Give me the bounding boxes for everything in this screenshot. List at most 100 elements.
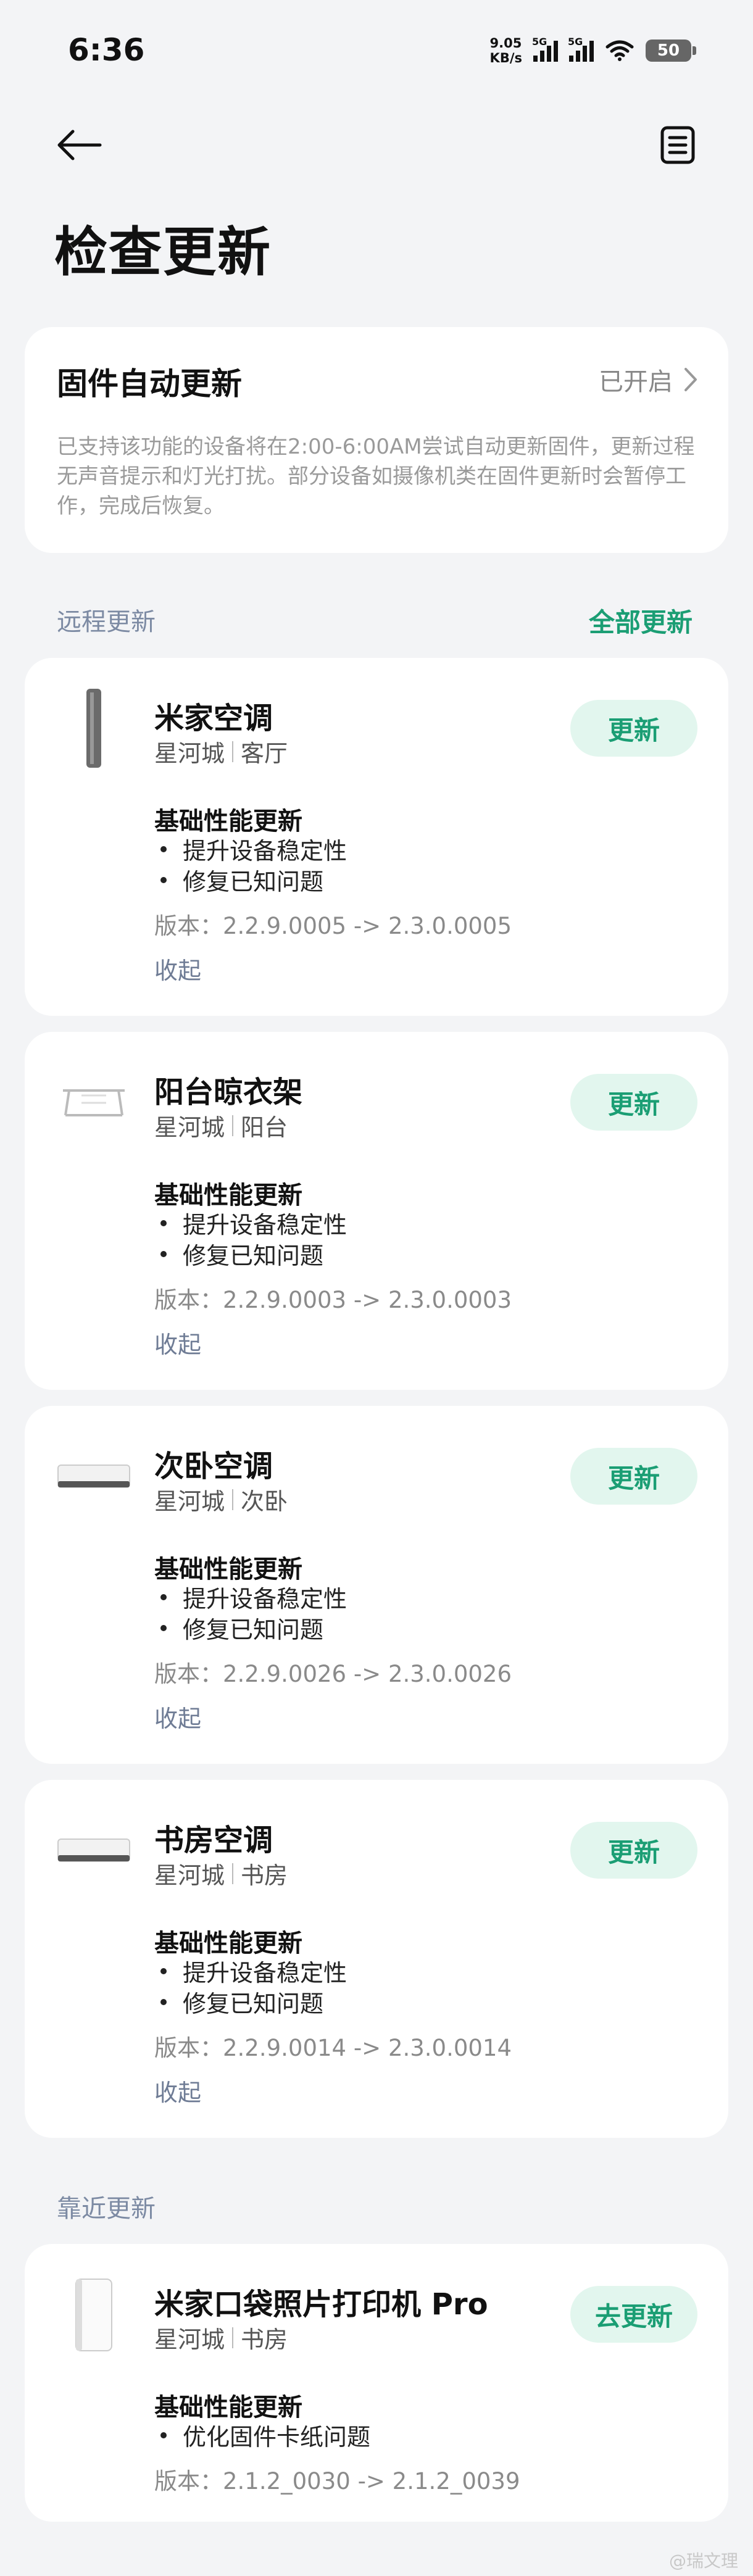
signal-1-icon: 5G bbox=[532, 36, 558, 62]
note-text: 修复已知问题 bbox=[183, 1616, 324, 1643]
collapse-button[interactable]: 收起 bbox=[154, 2074, 201, 2108]
wall-ac-icon bbox=[57, 1811, 131, 1891]
device-room: 客厅 bbox=[241, 740, 288, 767]
note-item: 修复已知问题 bbox=[160, 1611, 323, 1645]
document-list-icon bbox=[660, 126, 695, 164]
bullet bbox=[160, 1967, 167, 1974]
location-divider bbox=[232, 2327, 234, 2348]
device-name: 米家口袋照片打印机 Pro bbox=[154, 2287, 488, 2322]
device-location: 星河城 书房 bbox=[154, 2320, 288, 2354]
speed-value: 9.05 bbox=[489, 36, 522, 51]
net2-label: 5G bbox=[568, 36, 583, 48]
note-text: 优化固件卡纸问题 bbox=[183, 2424, 371, 2451]
bullet bbox=[160, 1624, 167, 1631]
note-text: 提升设备稳定性 bbox=[183, 837, 347, 865]
note-item: 提升设备稳定性 bbox=[160, 1954, 347, 1988]
device-home: 星河城 bbox=[154, 2326, 225, 2353]
device-home: 星河城 bbox=[154, 1488, 225, 1515]
go-update-button[interactable]: 去更新 bbox=[570, 2286, 697, 2343]
photo-printer-icon bbox=[57, 2275, 131, 2355]
note-text: 修复已知问题 bbox=[183, 1242, 324, 1269]
device-name: 米家空调 bbox=[154, 701, 273, 736]
update-button[interactable]: 更新 bbox=[570, 1448, 697, 1505]
note-item: 修复已知问题 bbox=[160, 1237, 323, 1271]
remote-update-label: 远程更新 bbox=[57, 608, 156, 636]
floor-ac-icon bbox=[57, 689, 131, 769]
note-text: 提升设备稳定性 bbox=[183, 1211, 347, 1239]
bullet bbox=[160, 846, 167, 852]
version-text: 版本：2.2.9.0014 -> 2.3.0.0014 bbox=[154, 2035, 512, 2061]
network-speed: 9.05 KB/s bbox=[490, 36, 522, 65]
auto-update-card[interactable]: 固件自动更新 已开启 已支持该功能的设备将在2:00-6:00AM尝试自动更新固… bbox=[25, 327, 728, 553]
device-room: 次卧 bbox=[241, 1488, 288, 1515]
note-text: 提升设备稳定性 bbox=[183, 1959, 347, 1987]
device-room: 书房 bbox=[241, 1862, 288, 1889]
location-divider bbox=[232, 1489, 234, 1510]
auto-update-title: 固件自动更新 bbox=[57, 366, 242, 402]
auto-update-description: 已支持该功能的设备将在2:00-6:00AM尝试自动更新固件，更新过程无声音提示… bbox=[57, 434, 695, 518]
note-item: 提升设备稳定性 bbox=[160, 1206, 347, 1240]
update-all-button[interactable]: 全部更新 bbox=[589, 602, 693, 639]
device-location: 星河城 客厅 bbox=[154, 734, 288, 768]
device-home: 星河城 bbox=[154, 740, 225, 767]
status-time: 6:36 bbox=[68, 32, 145, 68]
update-button[interactable]: 更新 bbox=[570, 1074, 697, 1131]
version-text: 版本：2.1.2_0030 -> 2.1.2_0039 bbox=[154, 2468, 520, 2495]
signal-2-icon: 5G bbox=[568, 36, 594, 62]
wifi-icon bbox=[605, 40, 634, 61]
bullet bbox=[160, 1219, 167, 1226]
note-text: 修复已知问题 bbox=[183, 868, 324, 895]
device-name: 书房空调 bbox=[154, 1823, 273, 1858]
note-text: 提升设备稳定性 bbox=[183, 1585, 347, 1613]
version-text: 版本：2.2.9.0003 -> 2.3.0.0003 bbox=[154, 1287, 512, 1313]
watermark: @瑞文理 bbox=[668, 2551, 738, 2571]
device-location: 星河城 书房 bbox=[154, 1856, 288, 1890]
bullet bbox=[160, 2432, 167, 2438]
device-room: 书房 bbox=[241, 2326, 288, 2353]
speed-unit: KB/s bbox=[489, 51, 522, 65]
device-name: 次卧空调 bbox=[154, 1449, 273, 1484]
wall-ac-icon bbox=[57, 1437, 131, 1517]
location-divider bbox=[232, 741, 234, 762]
note-item: 优化固件卡纸问题 bbox=[160, 2418, 370, 2452]
bullet bbox=[160, 1593, 167, 1600]
device-card: 米家口袋照片打印机 Pro 星河城 书房 去更新 基础性能更新 优化固件卡纸问题… bbox=[25, 2244, 728, 2522]
auto-update-status-text: 已开启 bbox=[599, 368, 673, 396]
page-title: 检查更新 bbox=[54, 222, 272, 283]
device-home: 星河城 bbox=[154, 1114, 225, 1141]
clothes-rack-icon bbox=[57, 1063, 131, 1143]
battery-icon: 50 bbox=[646, 39, 696, 62]
note-text: 修复已知问题 bbox=[183, 1990, 324, 2017]
location-divider bbox=[232, 1863, 234, 1884]
update-button[interactable]: 更新 bbox=[570, 1822, 697, 1879]
device-name: 阳台晾衣架 bbox=[154, 1075, 303, 1110]
version-text: 版本：2.2.9.0005 -> 2.3.0.0005 bbox=[154, 913, 512, 939]
back-button[interactable] bbox=[54, 120, 104, 170]
device-location: 星河城 次卧 bbox=[154, 1482, 288, 1516]
device-location: 星河城 阳台 bbox=[154, 1108, 288, 1142]
device-home: 星河城 bbox=[154, 1862, 225, 1889]
chevron-right-icon bbox=[684, 368, 697, 391]
collapse-button[interactable]: 收起 bbox=[154, 1700, 201, 1734]
auto-update-status[interactable]: 已开启 bbox=[599, 362, 697, 397]
arrow-left-icon bbox=[57, 130, 102, 160]
version-text: 版本：2.2.9.0026 -> 2.3.0.0026 bbox=[154, 1661, 512, 1687]
collapse-button[interactable]: 收起 bbox=[154, 1326, 201, 1360]
device-room: 阳台 bbox=[241, 1114, 288, 1141]
device-card: 书房空调 星河城 书房 更新 基础性能更新 提升设备稳定性 修复已知问题 版本：… bbox=[25, 1780, 728, 2138]
nearby-update-label: 靠近更新 bbox=[57, 2195, 156, 2223]
location-divider bbox=[232, 1115, 234, 1136]
bullet bbox=[160, 1998, 167, 2005]
menu-button[interactable] bbox=[653, 120, 702, 170]
collapse-button[interactable]: 收起 bbox=[154, 952, 201, 986]
bullet bbox=[160, 1250, 167, 1257]
note-item: 修复已知问题 bbox=[160, 863, 323, 897]
note-item: 提升设备稳定性 bbox=[160, 832, 347, 866]
update-button[interactable]: 更新 bbox=[570, 700, 697, 757]
note-item: 提升设备稳定性 bbox=[160, 1580, 347, 1614]
net1-label: 5G bbox=[532, 36, 547, 48]
note-item: 修复已知问题 bbox=[160, 1985, 323, 2019]
device-card: 阳台晾衣架 星河城 阳台 更新 基础性能更新 提升设备稳定性 修复已知问题 版本… bbox=[25, 1032, 728, 1390]
device-card: 次卧空调 星河城 次卧 更新 基础性能更新 提升设备稳定性 修复已知问题 版本：… bbox=[25, 1406, 728, 1764]
device-card: 米家空调 星河城 客厅 更新 基础性能更新 提升设备稳定性 修复已知问题 版本：… bbox=[25, 658, 728, 1016]
